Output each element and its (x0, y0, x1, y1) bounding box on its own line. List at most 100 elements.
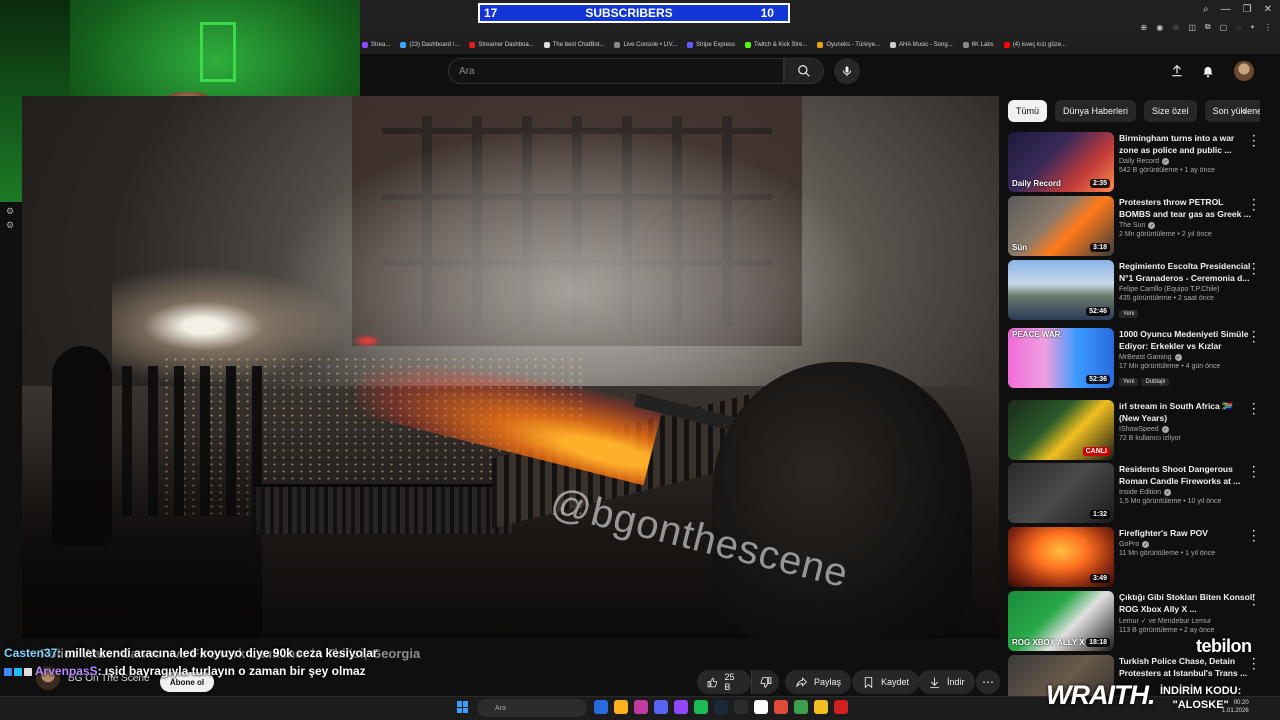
bookmark-item[interactable]: 6K Labs (962, 42, 994, 48)
recommended-video[interactable]: Daily Record 2:35 Birmingham turns into a… (1008, 132, 1272, 192)
upload-button[interactable] (1168, 62, 1186, 80)
taskbar-app-icon[interactable] (754, 700, 768, 714)
dislike-button[interactable] (751, 670, 779, 694)
puzzle-icon[interactable]: ⧉ (1205, 22, 1211, 32)
video-thumbnail[interactable]: Daily Record 2:35 (1008, 132, 1114, 192)
bookmark-item[interactable]: AHA Music - Song... (889, 42, 953, 48)
bookmark-item[interactable]: Live Console • LIV... (614, 42, 677, 48)
eye-icon[interactable]: ◉ (1156, 23, 1163, 32)
recommended-video[interactable]: PEACE WAR 52:36 1000 Oyuncu Medeniyeti Si… (1008, 328, 1272, 388)
taskbar-app-icon[interactable] (714, 700, 728, 714)
windows-start-icon[interactable] (457, 701, 469, 713)
video-title[interactable]: Regimiento Escolta Presidencial N°1 Gran… (1119, 260, 1255, 284)
more-vertical-icon[interactable]: · · · (1250, 591, 1258, 611)
filter-chip[interactable]: Tümü (1008, 100, 1048, 122)
more-actions-button[interactable]: ⋯ (976, 670, 1000, 694)
share-button[interactable]: Paylaş (785, 670, 852, 694)
maximize-icon[interactable]: ❐ (1243, 4, 1252, 15)
bookmark-item[interactable]: Twitch & Kick Stre... (745, 42, 807, 48)
video-channel[interactable]: Inside Edition (1119, 489, 1161, 496)
recommended-video[interactable]: 1:32 Residents Shoot Dangerous Roman Can… (1008, 463, 1272, 523)
more-vertical-icon[interactable]: · · · (1250, 527, 1258, 547)
bookmark-item[interactable]: (4) isveç kızı güze... (1003, 42, 1066, 48)
ai-icon[interactable]: ✦ (1250, 24, 1255, 31)
video-channel[interactable]: The Sun (1119, 222, 1145, 229)
video-thumbnail[interactable]: PEACE WAR 52:36 (1008, 328, 1114, 388)
more-vertical-icon[interactable]: · · · (1250, 328, 1258, 348)
search-input[interactable] (459, 65, 759, 77)
close-icon[interactable]: ✕ (1264, 4, 1272, 15)
chat-icon[interactable]: ◌ (1236, 23, 1241, 32)
video-channel[interactable]: GoPro (1119, 541, 1139, 548)
more-vertical-icon[interactable]: · · · (1250, 400, 1258, 420)
notifications-button[interactable] (1199, 62, 1217, 80)
taskbar-app-icon[interactable] (794, 700, 808, 714)
taskbar-app-icon[interactable] (654, 700, 668, 714)
save-button[interactable]: Kaydet (852, 670, 920, 694)
like-button[interactable]: 25 B (697, 670, 751, 694)
menu-dots-icon[interactable]: ⋮ (1264, 23, 1272, 32)
search-button[interactable] (784, 58, 824, 84)
video-thumbnail[interactable]: ROG XBOX ALLY X 18:18 (1008, 591, 1114, 651)
download-button[interactable]: İndir (918, 670, 975, 694)
search-tabs-icon[interactable]: ⌕ (1203, 4, 1209, 15)
search-box[interactable] (448, 58, 784, 84)
video-thumbnail[interactable]: Sün 3:18 (1008, 196, 1114, 256)
video-title[interactable]: irl stream in South Africa 🇿🇦 (New Years… (1119, 400, 1255, 424)
voice-search-button[interactable] (834, 58, 860, 84)
settings-icon[interactable]: ⚙ (6, 206, 16, 216)
recommended-video[interactable]: 3:49 Firefighter's Raw POV GoPro ✓ 11 Mn… (1008, 527, 1272, 587)
bookmark-item[interactable]: (23) Dashboard /... (400, 42, 459, 48)
video-title[interactable]: Residents Shoot Dangerous Roman Candle F… (1119, 463, 1255, 487)
video-channel[interactable]: Lemur ✓ ve Mendebur Lemur (1119, 617, 1211, 625)
video-title[interactable]: Çıktığı Gibi Stokları Biten Konsol! ROG … (1119, 591, 1255, 615)
taskbar-app-icon[interactable] (774, 700, 788, 714)
taskbar-app-icon[interactable] (734, 700, 748, 714)
video-thumbnail[interactable]: 52:46 (1008, 260, 1114, 320)
taskbar-search[interactable]: Ara (477, 699, 587, 717)
video-channel[interactable]: IShowSpeed (1119, 426, 1159, 433)
video-player[interactable]: @bgonthescene (22, 96, 999, 638)
taskbar-app-icon[interactable] (814, 700, 828, 714)
video-channel[interactable]: MrBeast Gaming (1119, 354, 1172, 361)
taskbar-app-icon[interactable] (614, 700, 628, 714)
recommended-video[interactable]: 52:46 Regimiento Escolta Presidencial N°… (1008, 260, 1272, 320)
sidebar-icon[interactable]: ▢ (1220, 23, 1228, 32)
bookmark-item[interactable]: The best ChatBot... (543, 42, 604, 48)
more-vertical-icon[interactable]: · · · (1250, 463, 1258, 483)
video-title[interactable]: Protesters throw PETROL BOMBS and tear g… (1119, 196, 1255, 220)
taskbar-app-icon[interactable] (674, 700, 688, 714)
video-title[interactable]: Turkish Police Chase, Detain Protesters … (1119, 655, 1255, 679)
video-channel[interactable]: Felipe Carrillo (Equipo T.P.Chile) (1119, 286, 1220, 293)
taskbar-app-icon[interactable] (834, 700, 848, 714)
more-vertical-icon[interactable]: · · · (1250, 196, 1258, 216)
extension-icon[interactable]: ◫ (1188, 23, 1196, 32)
account-avatar[interactable] (1234, 61, 1254, 81)
video-title[interactable]: Firefighter's Raw POV (1119, 527, 1255, 539)
filter-chip[interactable]: Size özel (1144, 100, 1197, 122)
bookmark-item[interactable]: Stripe Express (687, 42, 735, 48)
gear-icon[interactable]: ⚙ (6, 220, 16, 230)
chevron-right-icon[interactable]: › (1238, 104, 1252, 118)
more-vertical-icon[interactable]: · · · (1250, 655, 1258, 675)
taskbar-app-icon[interactable] (694, 700, 708, 714)
recommended-video[interactable]: Sün 3:18 Protesters throw PETROL BOMBS an… (1008, 196, 1272, 256)
taskbar-app-icon[interactable] (594, 700, 608, 714)
taskbar-app-icon[interactable] (634, 700, 648, 714)
bookmark-star-icon[interactable]: ☆ (1172, 23, 1179, 32)
recommended-video[interactable]: CANLI irl stream in South Africa 🇿🇦 (New… (1008, 400, 1272, 460)
video-channel[interactable]: Daily Record (1119, 158, 1159, 165)
more-vertical-icon[interactable]: · · · (1250, 132, 1258, 152)
bookmark-item[interactable]: Strea... (362, 42, 390, 48)
video-title[interactable]: Birmingham turns into a war zone as poli… (1119, 132, 1255, 156)
bookmark-item[interactable]: Streamer Dashboa... (469, 42, 534, 48)
more-vertical-icon[interactable]: · · · (1250, 260, 1258, 280)
filter-chip[interactable]: Dünya Haberleri (1055, 100, 1137, 122)
minimize-icon[interactable]: — (1221, 4, 1231, 15)
video-thumbnail[interactable]: 1:32 (1008, 463, 1114, 523)
video-thumbnail[interactable]: 3:49 (1008, 527, 1114, 587)
video-thumbnail[interactable]: CANLI (1008, 400, 1114, 460)
video-title[interactable]: 1000 Oyuncu Medeniyeti Simüle Ediyor: Er… (1119, 328, 1255, 352)
zoom-icon[interactable]: ⊕ (1141, 23, 1148, 32)
bookmark-item[interactable]: Oyuneks - Türkiye... (817, 42, 880, 48)
